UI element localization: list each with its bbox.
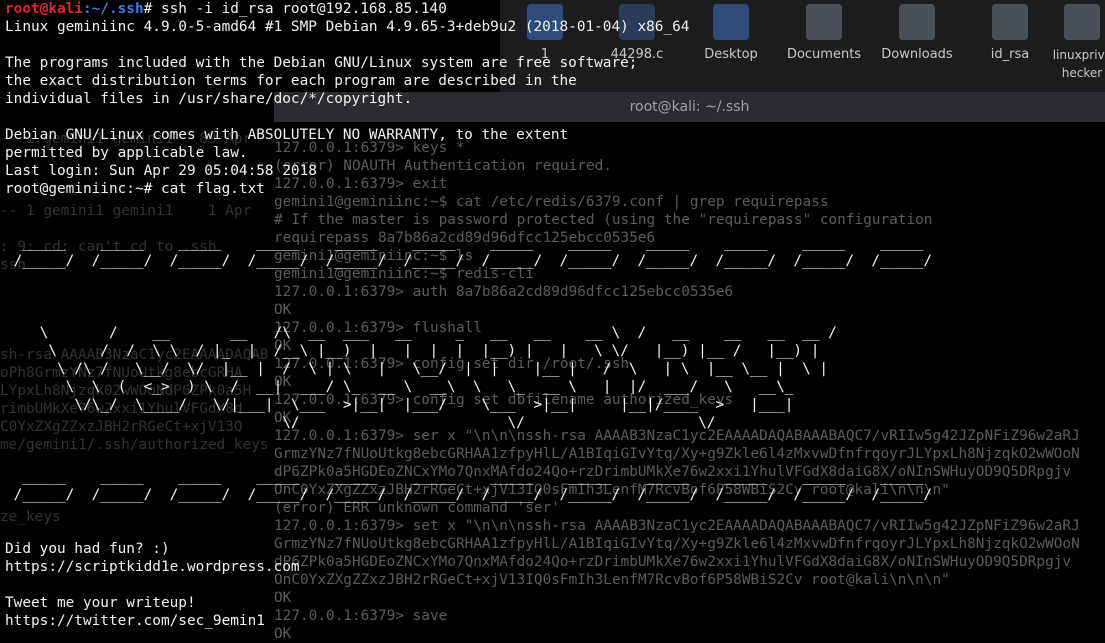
terminal-line: https://twitter.com/sec_9emin1 bbox=[5, 613, 265, 629]
terminal-line: Last login: Sun Apr 29 05:04:58 2018 bbox=[5, 163, 317, 179]
key-file-icon bbox=[992, 4, 1028, 40]
desktop-item-label: linuxprivchecker bbox=[1052, 48, 1105, 80]
ssh-command: # ssh -i id_rsa root@192.168.85.140 bbox=[143, 1, 447, 17]
terminal-line: the exact distribution terms for each pr… bbox=[5, 73, 577, 89]
terminal-line: permitted by applicable law. bbox=[5, 145, 248, 161]
terminal-line: \ / / \ \ / |_ | /__\ |__) | | | | |__) … bbox=[5, 343, 820, 359]
terminal-line: /_____/ /_____/ /_____/ /_____/ /_____/ … bbox=[5, 487, 933, 503]
terminal-line: \/\_/ \____/ \/|___| \___ >|__| |___/ \_… bbox=[5, 397, 794, 413]
desktop-item-id-rsa[interactable]: id_rsa bbox=[965, 0, 1055, 64]
terminal-line: \ / __ __ /\ __ ___ __ _ __ __ __ \ / __… bbox=[5, 325, 837, 341]
ssh-terminal[interactable]: root@kali:~/.ssh# ssh -i id_rsa root@192… bbox=[5, 0, 932, 630]
terminal-line: The programs included with the Debian GN… bbox=[5, 55, 638, 71]
terminal-line: /_____/ /_____/ /_____/ /_____/ /_____/ … bbox=[5, 253, 933, 269]
terminal-line: Tweet me your writeup! bbox=[5, 595, 196, 611]
terminal-line: Did you had fun? :) bbox=[5, 541, 170, 557]
desktop-item-label: id_rsa bbox=[990, 47, 1030, 62]
prompt-user: root@kali bbox=[5, 1, 83, 17]
terminal-line: root@geminiinc:~# cat flag.txt bbox=[5, 181, 265, 197]
prompt-path: :~/.ssh bbox=[82, 1, 144, 17]
terminal-output: Linux geminiinc 4.9.0-5-amd64 #1 SMP Deb… bbox=[5, 18, 932, 630]
terminal-line: Debian GNU/Linux comes with ABSOLUTELY N… bbox=[5, 127, 569, 143]
terminal-line: \ \ ( <_> ) \ / __| ___/ \_ __ \ __\ \ \… bbox=[5, 379, 794, 395]
terminal-line: https://scriptkidd1e.wordpress.com bbox=[5, 559, 300, 575]
terminal-line: _____ _____ _____ _____ _____ _____ ____… bbox=[5, 469, 924, 485]
terminal-line: Linux geminiinc 4.9.0-5-amd64 #1 SMP Deb… bbox=[5, 19, 690, 35]
terminal-line: _____ _____ _____ _____ _____ _____ ____… bbox=[5, 235, 924, 251]
prompt-line: root@kali:~/.ssh# ssh -i id_rsa root@192… bbox=[5, 0, 932, 18]
terminal-line: individual files in /usr/share/doc/*/cop… bbox=[5, 91, 413, 107]
file-icon bbox=[1064, 4, 1100, 40]
terminal-line: \/ \/ \/ bbox=[5, 415, 716, 431]
terminal-line: \ /\ / \__/ \/ |__ | / \ | \ | \__/ | | … bbox=[5, 361, 829, 377]
desktop-item-linuxprivchecker[interactable]: linuxprivchecker bbox=[1052, 0, 1105, 82]
